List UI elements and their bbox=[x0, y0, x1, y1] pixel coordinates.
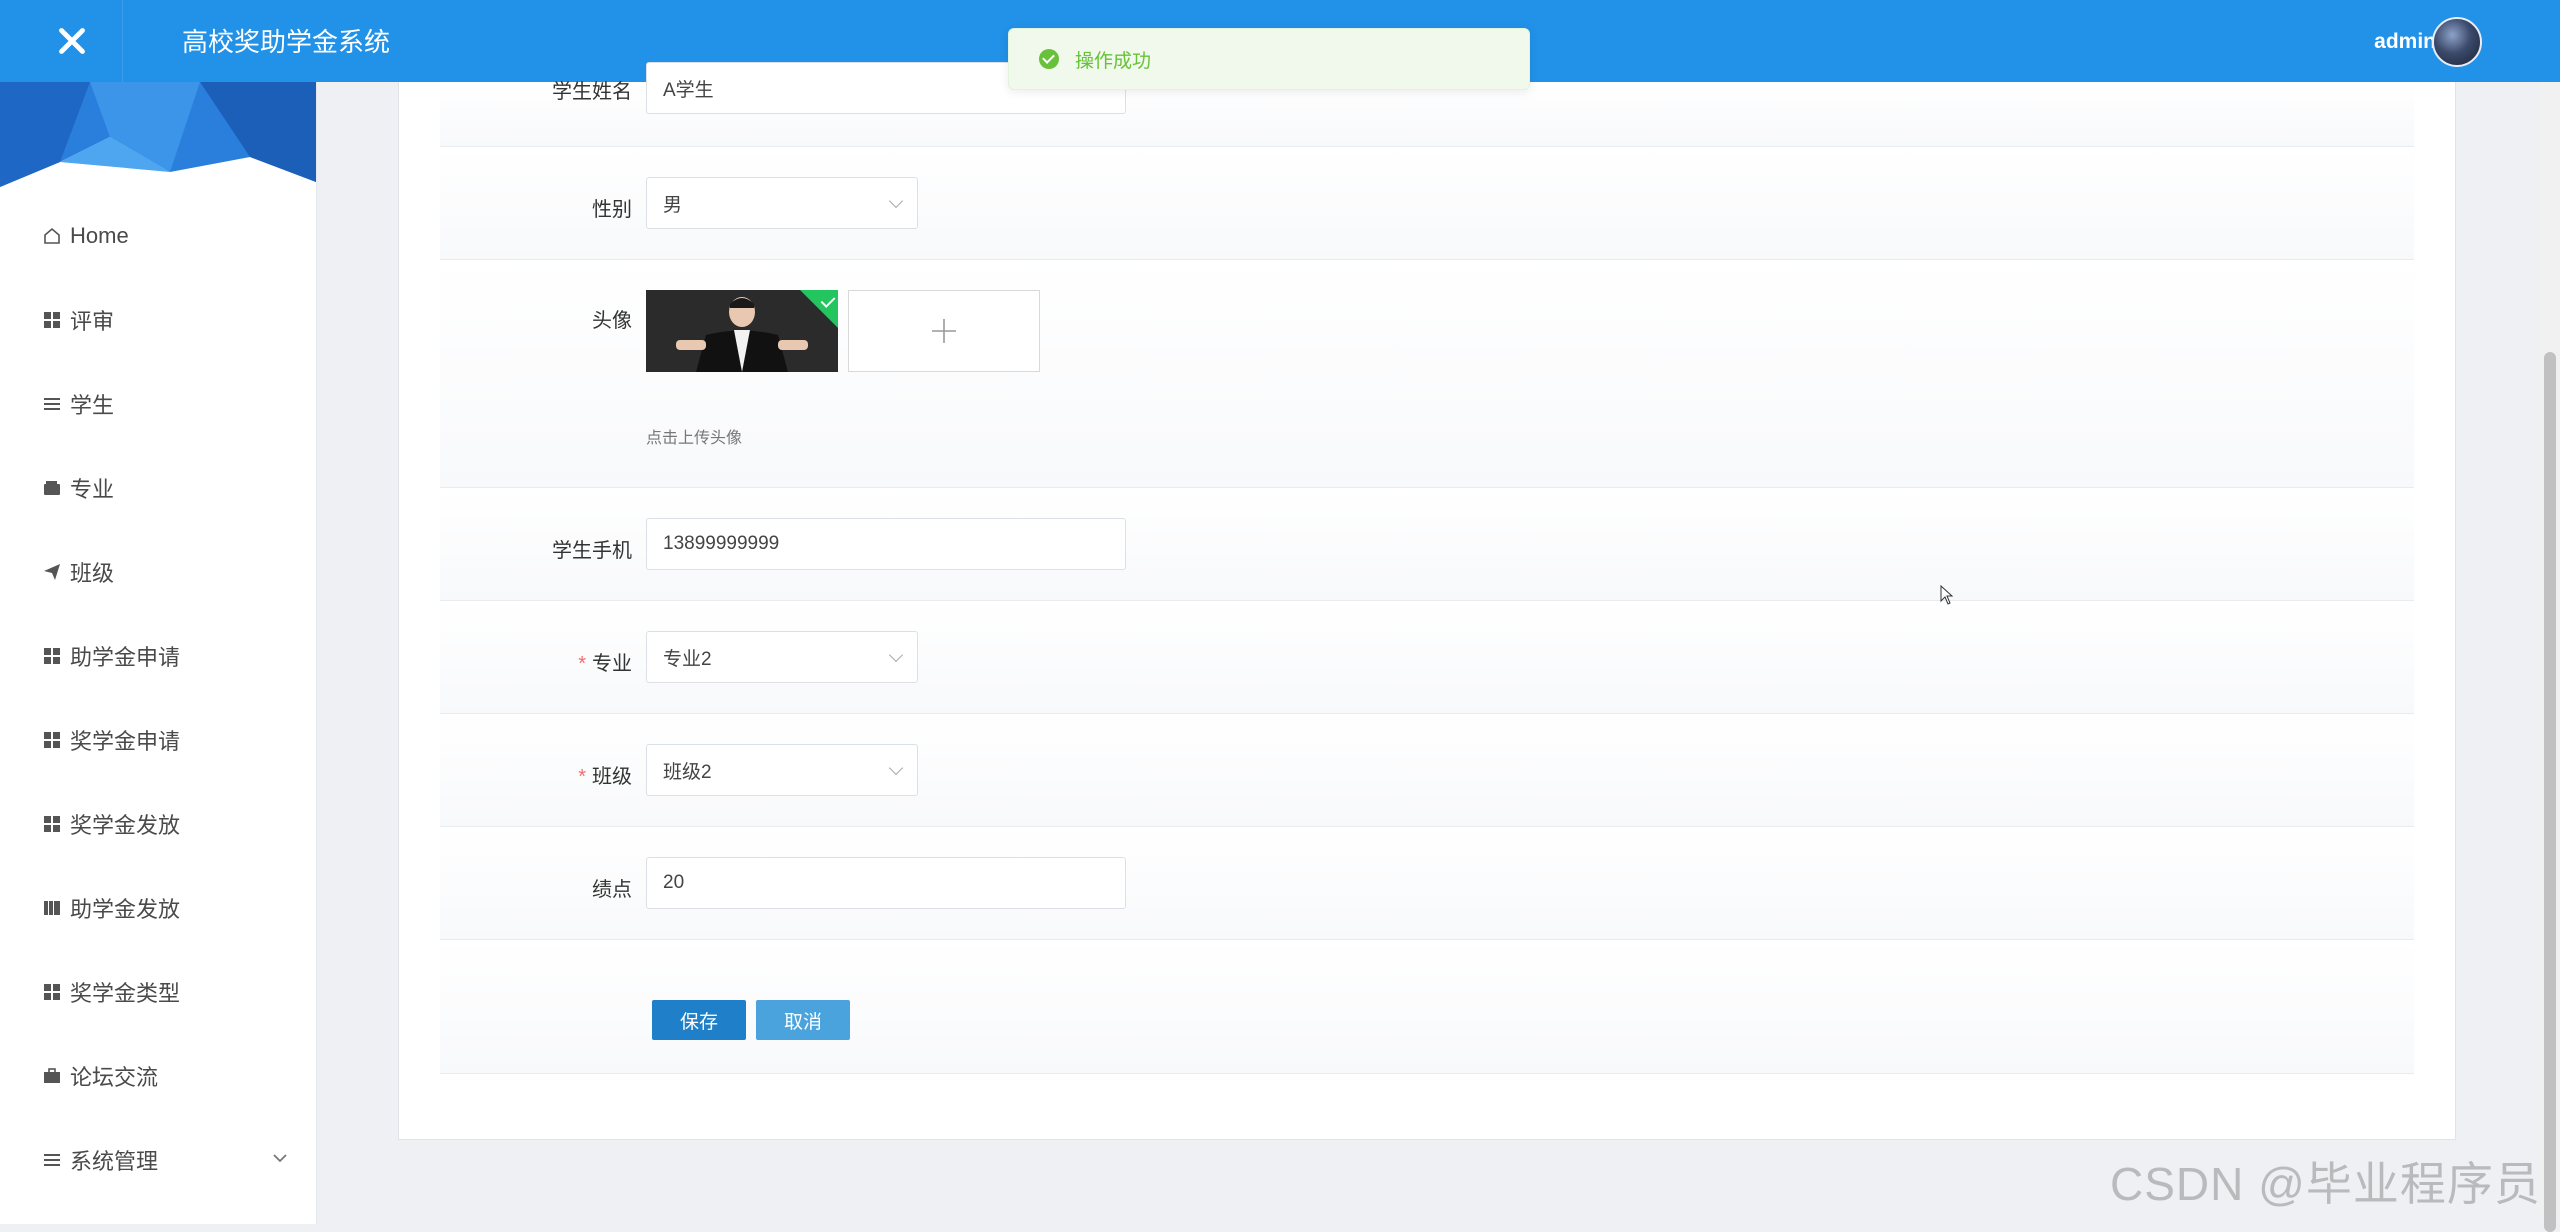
field-label: 学生手机 bbox=[552, 540, 632, 562]
sidebar-item-label: 论坛交流 bbox=[70, 1065, 159, 1090]
chevron-down-icon bbox=[270, 1148, 290, 1174]
list-icon bbox=[40, 1148, 64, 1172]
field-label-text: 班级 bbox=[592, 766, 632, 788]
briefcase-icon bbox=[40, 1064, 64, 1088]
grid-icon bbox=[40, 980, 64, 1004]
sidebar-item-label: 系统管理 bbox=[70, 1149, 159, 1174]
avatar-upload-button[interactable] bbox=[848, 290, 1040, 372]
watermark: CSDN @毕业程序员 bbox=[2110, 1158, 2541, 1210]
form-row-avatar: 头像 点击上传头像 bbox=[440, 260, 2414, 488]
close-icon bbox=[59, 28, 85, 54]
sidebar-item-label: 奖学金发放 bbox=[70, 813, 181, 838]
required-mark: * bbox=[578, 766, 586, 788]
book-icon bbox=[40, 896, 64, 920]
sidebar-item-forum[interactable]: 论坛交流 bbox=[40, 1056, 300, 1096]
grid-icon bbox=[40, 812, 64, 836]
gpa-input[interactable]: 20 bbox=[646, 857, 1126, 909]
sidebar-item-label: 奖学金类型 bbox=[70, 981, 181, 1006]
sidebar-item-grant-distribution[interactable]: 助学金发放 bbox=[40, 888, 300, 928]
sidebar-item-label: 评审 bbox=[70, 309, 115, 334]
save-button[interactable]: 保存 bbox=[652, 1000, 746, 1040]
list-icon bbox=[40, 392, 64, 416]
toast-message: 操作成功 bbox=[1075, 50, 1152, 72]
scrollbar-thumb[interactable] bbox=[2544, 352, 2556, 1232]
chevron-down-icon bbox=[888, 760, 904, 776]
field-label: * 班级 bbox=[452, 760, 632, 789]
sidebar-item-label: 助学金发放 bbox=[70, 897, 181, 922]
form-row-gender: 性别 男 bbox=[440, 147, 2414, 260]
sidebar-item-label: 奖学金申请 bbox=[70, 729, 181, 754]
success-toast: 操作成功 bbox=[1008, 28, 1530, 90]
form-row-class: * 班级 班级2 bbox=[440, 714, 2414, 827]
app-title: 高校奖助学金系统 bbox=[182, 27, 391, 57]
sidebar-item-home[interactable]: Home bbox=[40, 216, 300, 256]
grid-icon bbox=[40, 308, 64, 332]
sidebar-item-grant-application[interactable]: 助学金申请 bbox=[40, 636, 300, 676]
student-phone-input[interactable]: 13899999999 bbox=[646, 518, 1126, 570]
mouse-cursor-icon bbox=[1940, 585, 1954, 605]
page-scrollbar[interactable] bbox=[2540, 82, 2560, 1232]
sidebar-item-classes[interactable]: 班级 bbox=[40, 552, 300, 592]
sidebar-item-label: 专业 bbox=[70, 477, 115, 502]
class-select-value: 班级2 bbox=[663, 761, 712, 783]
required-mark: * bbox=[578, 653, 586, 675]
field-label: 绩点 bbox=[592, 879, 632, 901]
field-label: 头像 bbox=[592, 310, 632, 332]
field-label: * 专业 bbox=[452, 647, 632, 676]
avatar-image[interactable] bbox=[646, 290, 838, 372]
chevron-down-icon bbox=[888, 647, 904, 663]
avatar[interactable] bbox=[2432, 17, 2482, 67]
field-label: 学生姓名 bbox=[552, 81, 632, 103]
gender-select[interactable]: 男 bbox=[646, 177, 918, 229]
sidebar-item-scholarship-type[interactable]: 奖学金类型 bbox=[40, 972, 300, 1012]
plus-icon bbox=[932, 319, 956, 343]
grid-icon bbox=[40, 728, 64, 752]
sidebar-item-system-management[interactable]: 系统管理 bbox=[40, 1140, 300, 1180]
sidebar-item-label: 班级 bbox=[70, 561, 115, 586]
field-label-text: 专业 bbox=[592, 653, 632, 675]
sidebar-banner bbox=[0, 82, 316, 187]
user-name[interactable]: admin bbox=[2374, 22, 2436, 62]
sidebar-item-students[interactable]: 学生 bbox=[40, 384, 300, 424]
sidebar-item-label: 学生 bbox=[70, 393, 115, 418]
form-row-gpa: 绩点 20 bbox=[440, 827, 2414, 940]
check-circle-icon bbox=[1039, 49, 1059, 69]
class-select[interactable]: 班级2 bbox=[646, 744, 918, 796]
major-select[interactable]: 专业2 bbox=[646, 631, 918, 683]
form-row-student-name: 学生姓名 A学生 bbox=[440, 62, 2414, 147]
sidebar-item-label: 助学金申请 bbox=[70, 645, 181, 670]
major-select-value: 专业2 bbox=[663, 648, 712, 670]
gender-select-value: 男 bbox=[663, 194, 683, 216]
cancel-button[interactable]: 取消 bbox=[756, 1000, 850, 1040]
sidebar-item-scholarship-distribution[interactable]: 奖学金发放 bbox=[40, 804, 300, 844]
avatar-hint: 点击上传头像 bbox=[646, 430, 743, 447]
field-label: 性别 bbox=[592, 199, 632, 221]
grid-icon bbox=[40, 644, 64, 668]
sidebar: Home 评审 学生 专业 班级 助学金申请 奖学金申请 奖学金发放 助学金发放… bbox=[0, 82, 317, 1224]
close-menu-button[interactable] bbox=[22, 0, 123, 82]
sidebar-item-review[interactable]: 评审 bbox=[40, 300, 300, 340]
home-icon bbox=[40, 224, 64, 248]
wallet-icon bbox=[40, 476, 64, 500]
sidebar-item-scholarship-application[interactable]: 奖学金申请 bbox=[40, 720, 300, 760]
sidebar-item-majors[interactable]: 专业 bbox=[40, 468, 300, 508]
form-row-actions: 保存 取消 bbox=[440, 940, 2414, 1074]
form-row-major: * 专业 专业2 bbox=[440, 601, 2414, 714]
send-icon bbox=[40, 560, 64, 584]
chevron-down-icon bbox=[888, 193, 904, 209]
form-row-phone: 学生手机 13899999999 bbox=[440, 488, 2414, 601]
sidebar-item-label: Home bbox=[70, 223, 129, 248]
